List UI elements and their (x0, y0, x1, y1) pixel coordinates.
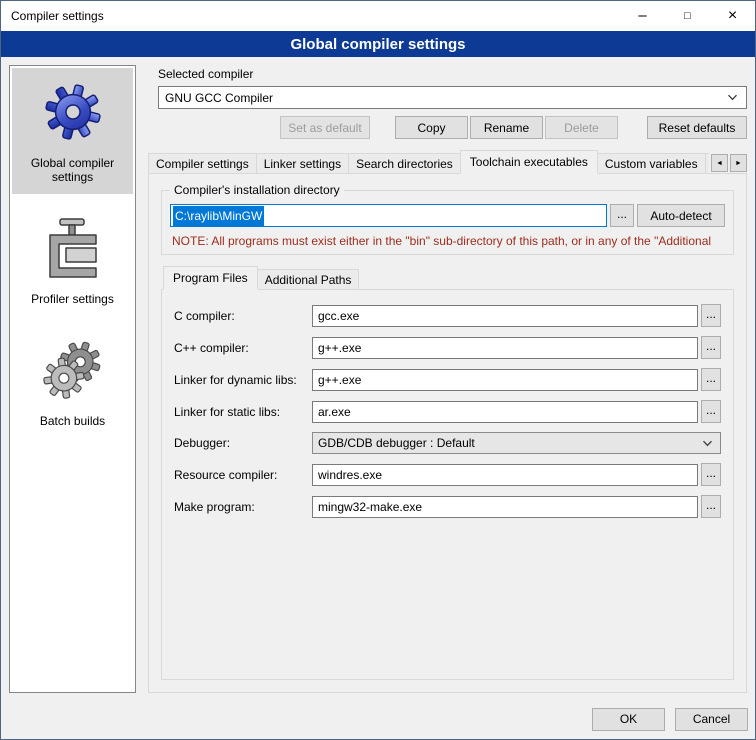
make-program-browse-button[interactable]: ... (701, 495, 721, 518)
chevron-down-icon (702, 440, 713, 447)
tab-compiler-settings[interactable]: Compiler settings (148, 153, 257, 174)
make-program-value: mingw32-make.exe (318, 500, 422, 514)
c-compiler-label: C compiler: (174, 309, 312, 323)
compiler-settings-dialog: Compiler settings – □ × Global compiler … (0, 0, 756, 740)
maximize-icon: □ (684, 10, 691, 22)
selected-compiler-label: Selected compiler (158, 67, 747, 81)
resource-compiler-label: Resource compiler: (174, 468, 312, 482)
sidebar-item-global-compiler-settings[interactable]: Global compiler settings (12, 68, 133, 194)
static-linker-label: Linker for static libs: (174, 405, 312, 419)
tab-program-files[interactable]: Program Files (163, 266, 258, 290)
sidebar-item-label: Batch builds (40, 414, 105, 428)
make-program-input[interactable]: mingw32-make.exe (312, 496, 698, 518)
maximize-button[interactable]: □ (665, 1, 710, 31)
cpp-compiler-value: g++.exe (318, 341, 361, 355)
tab-custom-variables[interactable]: Custom variables (597, 153, 706, 174)
c-compiler-input[interactable]: gcc.exe (312, 305, 698, 327)
copy-button[interactable]: Copy (395, 116, 468, 139)
minimize-button[interactable]: – (620, 1, 665, 31)
clamp-icon (44, 212, 102, 284)
sidebar-item-batch-builds[interactable]: Batch builds (12, 326, 133, 438)
resource-compiler-value: windres.exe (318, 468, 382, 482)
arrow-left-icon: ◄ (716, 160, 723, 167)
dialog-header: Global compiler settings (1, 31, 755, 57)
tab-search-directories[interactable]: Search directories (348, 153, 461, 174)
sidebar-item-label: Profiler settings (31, 292, 114, 306)
settings-category-list: Global compiler settings Profiler settin… (9, 65, 136, 693)
resource-compiler-input[interactable]: windres.exe (312, 464, 698, 486)
ok-button[interactable]: OK (592, 708, 665, 731)
static-linker-browse-button[interactable]: ... (701, 400, 721, 423)
tab-scroll-controls: ◄ ► (711, 154, 747, 174)
blue-gear-icon (42, 76, 104, 148)
main-content: Selected compiler GNU GCC Compiler Set a… (146, 65, 747, 693)
arrow-right-icon: ► (735, 160, 742, 167)
tab-toolchain-executables[interactable]: Toolchain executables (460, 150, 598, 174)
delete-button[interactable]: Delete (545, 116, 618, 139)
selected-compiler-value: GNU GCC Compiler (165, 91, 721, 105)
resource-compiler-browse-button[interactable]: ... (701, 463, 721, 486)
install-note: NOTE: All programs must exist either in … (172, 234, 723, 248)
reset-defaults-button[interactable]: Reset defaults (647, 116, 747, 139)
gray-gears-icon (42, 334, 104, 406)
tab-scroll-right-button[interactable]: ► (730, 154, 747, 172)
chevron-down-icon (727, 94, 738, 101)
autodetect-button[interactable]: Auto-detect (637, 204, 725, 227)
debugger-select[interactable]: GDB/CDB debugger : Default (312, 432, 721, 454)
cpp-compiler-browse-button[interactable]: ... (701, 336, 721, 359)
static-linker-row: Linker for static libs: ar.exe ... (174, 400, 721, 423)
install-dir-group-label: Compiler's installation directory (170, 183, 344, 197)
program-files-panel: C compiler: gcc.exe ... C++ compiler: g+… (161, 289, 734, 680)
install-dir-input[interactable]: C:\raylib\MinGW (170, 204, 607, 227)
make-program-row: Make program: mingw32-make.exe ... (174, 495, 721, 518)
selected-compiler-dropdown[interactable]: GNU GCC Compiler (158, 86, 747, 109)
cancel-button[interactable]: Cancel (675, 708, 748, 731)
static-linker-value: ar.exe (318, 405, 351, 419)
dynamic-linker-value: g++.exe (318, 373, 361, 387)
debugger-label: Debugger: (174, 436, 312, 450)
install-dir-group: Compiler's installation directory C:\ray… (161, 190, 734, 255)
cpp-compiler-row: C++ compiler: g++.exe ... (174, 336, 721, 359)
window-title: Compiler settings (1, 1, 620, 31)
cpp-compiler-input[interactable]: g++.exe (312, 337, 698, 359)
dialog-footer: OK Cancel (1, 699, 755, 739)
c-compiler-browse-button[interactable]: ... (701, 304, 721, 327)
close-button[interactable]: × (710, 1, 755, 31)
rename-button[interactable]: Rename (470, 116, 543, 139)
dialog-body: Global compiler settings Profiler settin… (1, 57, 755, 699)
tab-linker-settings[interactable]: Linker settings (256, 153, 349, 174)
cpp-compiler-label: C++ compiler: (174, 341, 312, 355)
debugger-row: Debugger: GDB/CDB debugger : Default (174, 432, 721, 454)
titlebar[interactable]: Compiler settings – □ × (1, 1, 755, 31)
debugger-value: GDB/CDB debugger : Default (318, 436, 475, 450)
settings-tabs: Compiler settings Linker settings Search… (148, 150, 747, 174)
dynamic-linker-label: Linker for dynamic libs: (174, 373, 312, 387)
compiler-actions: Set as default Copy Rename Delete Reset … (158, 116, 747, 139)
program-subtabs: Program Files Additional Paths (163, 266, 734, 290)
toolchain-executables-panel: Compiler's installation directory C:\ray… (148, 173, 747, 693)
sidebar-item-label: Global compiler settings (14, 156, 131, 184)
tab-additional-paths[interactable]: Additional Paths (257, 269, 360, 290)
close-icon: × (728, 9, 737, 23)
install-dir-browse-button[interactable]: ... (610, 204, 634, 227)
install-dir-row: C:\raylib\MinGW ... Auto-detect (170, 204, 725, 227)
dynamic-linker-input[interactable]: g++.exe (312, 369, 698, 391)
settings-tabs-clip: Compiler settings Linker settings Search… (148, 150, 709, 174)
resource-compiler-row: Resource compiler: windres.exe ... (174, 463, 721, 486)
c-compiler-value: gcc.exe (318, 309, 359, 323)
dynamic-linker-browse-button[interactable]: ... (701, 368, 721, 391)
install-dir-value: C:\raylib\MinGW (173, 206, 264, 226)
dynamic-linker-row: Linker for dynamic libs: g++.exe ... (174, 368, 721, 391)
static-linker-input[interactable]: ar.exe (312, 401, 698, 423)
page-title: Global compiler settings (290, 36, 465, 53)
set-as-default-button[interactable]: Set as default (280, 116, 370, 139)
make-program-label: Make program: (174, 500, 312, 514)
sidebar-item-profiler-settings[interactable]: Profiler settings (12, 204, 133, 316)
tab-scroll-left-button[interactable]: ◄ (711, 154, 728, 172)
tab-build-options[interactable]: Buil (705, 153, 709, 174)
c-compiler-row: C compiler: gcc.exe ... (174, 304, 721, 327)
minimize-icon: – (638, 11, 646, 21)
